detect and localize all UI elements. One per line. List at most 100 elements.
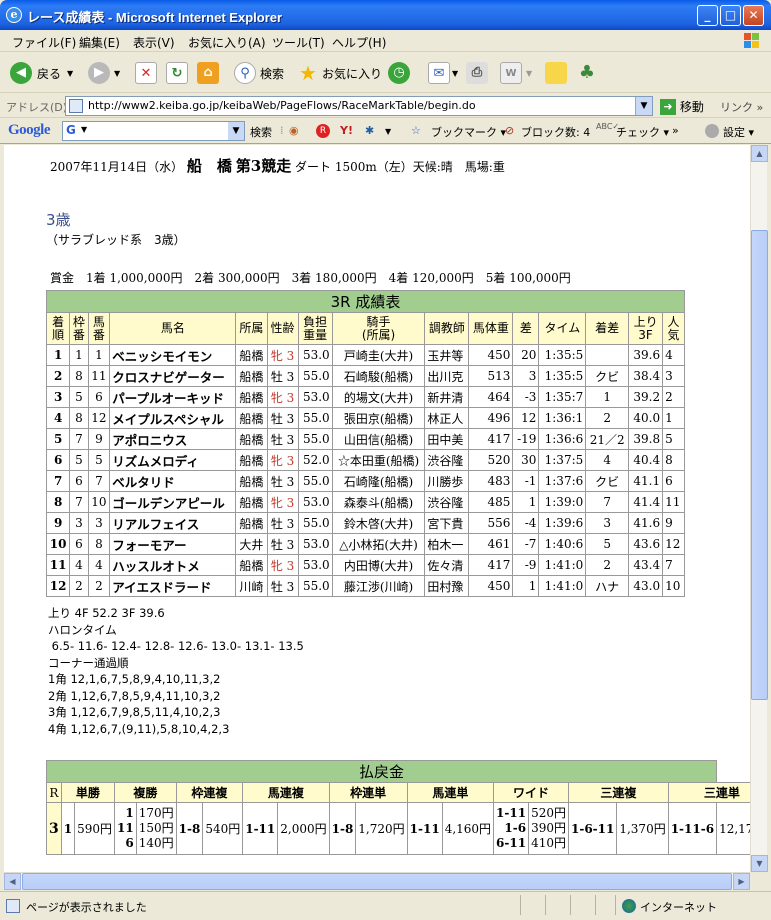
- star-icon: ★: [299, 61, 317, 85]
- horizontal-scroll-thumb[interactable]: [22, 873, 732, 890]
- results-cell-margin: 3: [585, 512, 630, 534]
- bookmark-star-icon[interactable]: ☆: [411, 124, 421, 137]
- scroll-left-icon[interactable]: ◀: [4, 873, 21, 890]
- r-icon[interactable]: R: [316, 124, 330, 138]
- minimize-button[interactable]: _: [697, 5, 718, 26]
- chevron-down-icon[interactable]: ▼: [635, 97, 652, 115]
- results-cell-sex-age: 牡 3: [266, 533, 299, 555]
- ie-app-icon[interactable]: e: [6, 7, 22, 23]
- results-cell-bracket: 5: [69, 386, 89, 408]
- race-class: 3歳: [46, 211, 71, 229]
- chevron-down-icon[interactable]: ▼: [67, 69, 73, 78]
- results-cell-horse-no: 7: [87, 470, 111, 492]
- results-cell-last-3f: 41.1: [628, 470, 664, 492]
- settings-button[interactable]: 設定 ▾: [723, 124, 754, 140]
- bracket-quinella-amount: 540円: [202, 802, 244, 855]
- links-button[interactable]: リンク »: [720, 99, 763, 115]
- google-search-button[interactable]: 検索: [250, 124, 272, 140]
- menu-help[interactable]: ヘルプ(H): [332, 34, 386, 51]
- scroll-down-icon[interactable]: ▼: [751, 855, 768, 872]
- messenger-button[interactable]: ♣: [576, 61, 598, 85]
- popup-blocked-count[interactable]: ブロック数: 4: [521, 124, 590, 140]
- results-cell-weight: 52.0: [297, 449, 333, 471]
- results-cell-weight-diff: -19: [512, 428, 540, 450]
- chevron-down-icon[interactable]: ▼: [228, 122, 244, 140]
- menu-view[interactable]: 表示(V): [133, 34, 175, 51]
- close-button[interactable]: ✕: [743, 5, 764, 26]
- refresh-button[interactable]: ↻: [166, 61, 188, 85]
- history-button[interactable]: ◷: [388, 61, 410, 85]
- results-cell-horse-no: 5: [87, 449, 111, 471]
- chevron-down-icon[interactable]: ▼: [452, 69, 458, 78]
- results-cell-horse-name: リズムメロディ: [109, 449, 237, 471]
- results-cell-sex-age: 牝 3: [266, 344, 299, 366]
- results-cell-weight-diff: -7: [512, 533, 540, 555]
- vertical-scrollbar[interactable]: ▲ ▼: [750, 145, 768, 872]
- horizontal-scrollbar[interactable]: ◀ ▶: [4, 872, 750, 890]
- chevron-down-icon[interactable]: ▼: [385, 127, 391, 136]
- stop-button[interactable]: ✕: [135, 61, 157, 85]
- race-number: 第3競走: [235, 157, 292, 175]
- bookmarks-button[interactable]: ブックマーク ▾: [431, 124, 506, 140]
- maximize-button[interactable]: □: [720, 5, 741, 26]
- settings-icon: [705, 124, 719, 138]
- search-button[interactable]: ⚲ 検索: [234, 61, 284, 85]
- home-button[interactable]: ⌂: [197, 61, 219, 85]
- results-cell-weight-diff: -3: [512, 386, 540, 408]
- payout-header-bracket-exacta: 枠連単: [328, 782, 408, 803]
- edit-button[interactable]: W ▼: [500, 61, 532, 85]
- spellcheck-button[interactable]: チェック ▾: [616, 124, 669, 140]
- wide-combos: 1-11 1-6 6-11: [493, 802, 530, 855]
- place-horse: 11: [117, 821, 134, 835]
- status-text: ページが表示されました: [26, 901, 147, 914]
- google-search-input[interactable]: G ▼ ▼: [62, 121, 245, 141]
- results-cell-body-weight: 464: [468, 386, 514, 408]
- address-input[interactable]: http://www2.keiba.go.jp/keibaWeb/PageFlo…: [65, 96, 653, 116]
- back-button[interactable]: ◀ 戻る ▼: [10, 61, 73, 85]
- place-horse: 1: [125, 806, 134, 820]
- menu-file[interactable]: ファイル(F): [12, 34, 76, 51]
- favorites-button[interactable]: ★ お気に入り: [297, 61, 382, 85]
- window-title: レース成績表 - Microsoft Internet Explorer: [27, 10, 283, 25]
- place-amount: 170円: [138, 806, 174, 820]
- results-header-affiliation: 所属: [235, 312, 268, 345]
- results-cell-affiliation: 船橋: [235, 554, 268, 576]
- news-icon[interactable]: ◉: [289, 124, 299, 137]
- google-logo[interactable]: Google: [8, 122, 51, 139]
- menu-tools[interactable]: ツール(T): [272, 34, 325, 51]
- mail-button[interactable]: ✉ ▼: [428, 61, 458, 85]
- payout-caption: 払戻金: [45, 760, 718, 783]
- map-icon[interactable]: ✱: [365, 124, 374, 137]
- vertical-scroll-thumb[interactable]: [751, 230, 768, 700]
- status-bar: ページが表示されました インターネット: [0, 891, 771, 920]
- payout-header-place: 複勝: [114, 782, 177, 803]
- corner-1: 1角 12,1,6,7,5,8,9,4,10,11,3,2: [48, 672, 221, 686]
- results-cell-affiliation: 船橋: [235, 470, 268, 492]
- chevron-down-icon[interactable]: ▼: [526, 69, 532, 78]
- yahoo-icon[interactable]: Y!: [340, 124, 353, 137]
- scroll-up-icon[interactable]: ▲: [751, 145, 768, 162]
- toolbar-separator-icon: ⁞: [280, 124, 284, 137]
- results-cell-rank: 5: [45, 428, 71, 450]
- go-arrow-icon: ➜: [660, 98, 676, 115]
- go-button[interactable]: ➜ 移動: [660, 98, 704, 115]
- print-button[interactable]: ⎙: [466, 61, 488, 85]
- results-cell-sex-age: 牝 3: [266, 449, 299, 471]
- chevron-down-icon[interactable]: ▼: [114, 69, 120, 78]
- results-cell-affiliation: 船橋: [235, 512, 268, 534]
- payout-header-trio: 三連複: [567, 782, 669, 803]
- table-row: 1 1 1 ベニッシモイモン 船橋牝 3 53.0 戸崎圭(大井) 玉井等 450 20 1:35:…: [45, 344, 685, 366]
- results-cell-bracket: 6: [69, 470, 89, 492]
- chevron-down-icon[interactable]: ▼: [81, 125, 87, 134]
- discuss-button[interactable]: [545, 61, 567, 85]
- results-cell-body-weight: 496: [468, 407, 514, 429]
- bracket-exacta-amount: 1,720円: [355, 802, 408, 855]
- results-cell-margin: [585, 344, 630, 366]
- forward-button[interactable]: ▶ ▼: [88, 61, 120, 85]
- more-chevron-icon[interactable]: »: [672, 124, 679, 137]
- menu-favorites[interactable]: お気に入り(A): [188, 34, 266, 51]
- menu-edit[interactable]: 編集(E): [79, 34, 120, 51]
- scroll-right-icon[interactable]: ▶: [733, 873, 750, 890]
- results-header-horse-no: 馬 番: [87, 312, 111, 345]
- table-row: 6 5 5 リズムメロディ 船橋牝 3 52.0 ☆本田重(船橋) 渋谷隆 520 30 1:37:…: [45, 449, 685, 471]
